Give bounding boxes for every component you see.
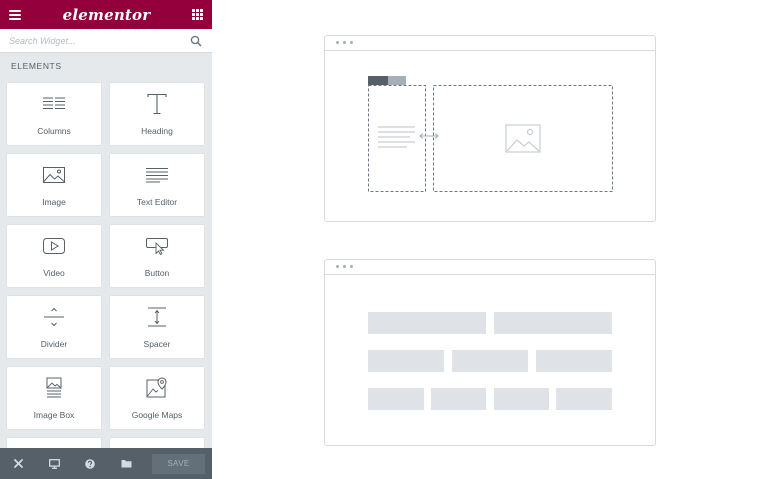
layout-block (556, 388, 612, 410)
widgets-grid: Columns Heading Image Text Editor Video … (6, 82, 206, 479)
widget-label: Image (42, 197, 66, 207)
elementor-panel: elementor ELEMENTS Columns (0, 0, 212, 479)
text-editor-icon (146, 168, 168, 183)
widget-heading[interactable]: Heading (109, 82, 205, 146)
video-icon (43, 238, 65, 254)
widget-label: Divider (40, 339, 68, 349)
widget-label: Video (43, 268, 65, 278)
menu-icon[interactable] (9, 9, 21, 20)
widget-label: Text Editor (136, 197, 178, 207)
drag-drop-illustration (368, 76, 613, 192)
widget-label: Columns (37, 126, 71, 136)
editor-canvas (212, 0, 768, 479)
widget-spacer[interactable]: Spacer (109, 295, 205, 359)
close-icon (13, 459, 23, 468)
widgets-grid-icon[interactable] (192, 9, 203, 20)
widget-label: Heading (141, 126, 173, 136)
divider-icon (44, 307, 64, 327)
elementor-logo: elementor (62, 5, 151, 24)
widget-text-editor[interactable]: Text Editor (109, 153, 205, 217)
layout-block (494, 388, 549, 410)
close-panel-button[interactable] (0, 448, 36, 479)
panel-footer: SAVE (0, 448, 212, 479)
button-icon (146, 238, 168, 255)
panel-header: elementor (0, 0, 212, 29)
layout-block (368, 388, 424, 410)
widget-columns[interactable]: Columns (6, 82, 102, 146)
templates-button[interactable] (108, 448, 144, 479)
widget-label: Google Maps (131, 410, 183, 420)
widget-video[interactable]: Video (6, 224, 102, 288)
layout-block (536, 350, 612, 372)
search-bar (0, 29, 212, 53)
heading-icon (147, 93, 167, 115)
widget-label: Button (144, 268, 170, 278)
layout-block (368, 350, 444, 372)
search-widget-input[interactable] (0, 34, 189, 47)
image-box-icon (46, 377, 62, 398)
layout-block (431, 388, 486, 410)
responsive-mode-button[interactable] (36, 448, 72, 479)
browser-mockup-bottom (324, 259, 656, 446)
widget-button[interactable]: Button (109, 224, 205, 288)
elements-section-title: ELEMENTS (11, 61, 62, 71)
google-maps-icon (146, 377, 167, 398)
help-icon (85, 458, 95, 469)
browser-mockup-top (324, 35, 656, 222)
widget-image[interactable]: Image (6, 153, 102, 217)
help-button[interactable] (72, 448, 108, 479)
responsive-icon (48, 458, 60, 469)
columns-icon (43, 97, 65, 109)
browser-bottom-bar (325, 260, 655, 275)
templates-folder-icon (121, 460, 131, 468)
window-dots (336, 265, 353, 268)
save-button[interactable]: SAVE (152, 453, 205, 474)
image-icon (43, 167, 65, 183)
widget-label: Image Box (33, 410, 75, 420)
layout-block (494, 312, 612, 334)
widget-google-maps[interactable]: Google Maps (109, 366, 205, 430)
search-icon[interactable] (189, 34, 203, 48)
widget-divider[interactable]: Divider (6, 295, 102, 359)
spacer-icon (148, 307, 166, 327)
widget-image-box[interactable]: Image Box (6, 366, 102, 430)
layout-block (452, 350, 528, 372)
layout-block (368, 312, 486, 334)
widget-label: Spacer (143, 339, 171, 349)
